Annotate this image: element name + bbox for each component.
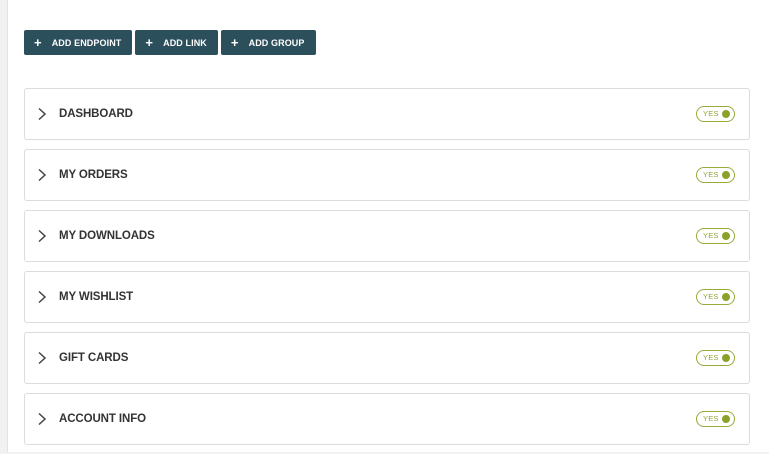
toggle-knob [722,232,730,240]
add-group-button[interactable]: + ADD GROUP [220,30,316,55]
chevron-right-icon[interactable] [36,351,48,365]
page: + ADD ENDPOINT + ADD LINK + ADD GROUP DA… [7,0,769,452]
chevron-right-icon[interactable] [36,412,48,426]
enabled-toggle[interactable]: YES [696,106,735,122]
endpoint-label: DASHBOARD [59,108,133,120]
endpoint-list: DASHBOARD YES MY ORDERS YES MY DOWNLOADS… [24,88,750,454]
enabled-toggle[interactable]: YES [696,411,735,427]
endpoint-label: GIFT CARDS [59,352,129,364]
toggle-text: YES [703,109,719,118]
endpoint-item-gift-cards[interactable]: GIFT CARDS YES [24,332,750,384]
toggle-knob [722,110,730,118]
toggle-text: YES [703,231,719,240]
plus-icon: + [34,35,42,50]
endpoint-item-account-info[interactable]: ACCOUNT INFO YES [24,393,750,445]
plus-icon: + [145,35,154,50]
toggle-knob [722,415,730,423]
toggle-text: YES [703,414,719,423]
add-endpoint-label: ADD ENDPOINT [51,37,122,48]
endpoint-label: MY DOWNLOADS [59,230,155,242]
chevron-right-icon[interactable] [36,168,48,182]
chevron-right-icon[interactable] [36,290,48,304]
plus-icon: + [230,35,239,50]
enabled-toggle[interactable]: YES [696,228,735,244]
endpoint-label: ACCOUNT INFO [59,413,146,425]
toolbar: + ADD ENDPOINT + ADD LINK + ADD GROUP [24,30,316,55]
enabled-toggle[interactable]: YES [696,167,735,183]
endpoint-label: MY WISHLIST [59,291,134,303]
chevron-right-icon[interactable] [36,229,48,243]
endpoint-label: MY ORDERS [59,169,128,181]
toggle-knob [722,171,730,179]
endpoint-item-my-wishlist[interactable]: MY WISHLIST YES [24,271,750,323]
add-link-label: ADD LINK [163,37,207,48]
endpoint-item-my-downloads[interactable]: MY DOWNLOADS YES [24,210,750,262]
endpoint-item-dashboard[interactable]: DASHBOARD YES [24,88,750,140]
add-endpoint-button[interactable]: + ADD ENDPOINT [24,30,133,55]
add-group-label: ADD GROUP [248,37,305,48]
toggle-text: YES [703,353,719,362]
enabled-toggle[interactable]: YES [696,289,735,305]
toggle-knob [722,354,730,362]
chevron-right-icon[interactable] [36,107,48,121]
toggle-text: YES [703,170,719,179]
toggle-knob [722,293,730,301]
toggle-text: YES [703,292,719,301]
add-link-button[interactable]: + ADD LINK [135,30,218,55]
endpoint-item-my-orders[interactable]: MY ORDERS YES [24,149,750,201]
enabled-toggle[interactable]: YES [696,350,735,366]
